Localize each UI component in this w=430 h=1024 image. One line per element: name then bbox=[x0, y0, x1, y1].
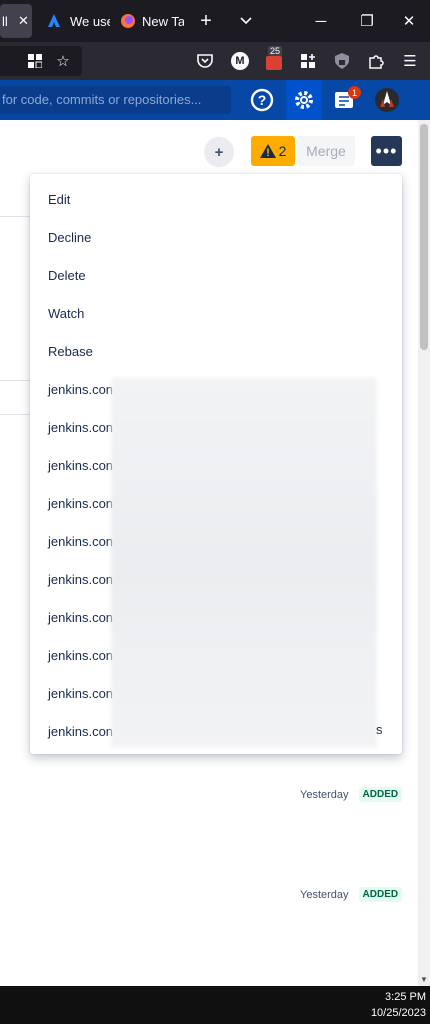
tab-new[interactable]: New Ta bbox=[116, 4, 186, 38]
browser-tab-strip: ll ✕ We use New Ta + ─ ❐ ✕ bbox=[0, 0, 430, 42]
firefox-icon bbox=[121, 14, 135, 28]
notification-badge: 1 bbox=[348, 86, 361, 99]
file-row-meta: Yesterday ADDED bbox=[300, 887, 403, 902]
divider bbox=[0, 414, 30, 415]
menu-item-decline[interactable]: Decline bbox=[30, 218, 402, 256]
todoist-extension-icon[interactable]: 25 bbox=[261, 46, 287, 74]
tab-list-button[interactable] bbox=[226, 0, 266, 42]
tab-atlassian[interactable]: We use bbox=[40, 4, 112, 38]
timestamp: Yesterday bbox=[300, 788, 349, 801]
redacted-region bbox=[111, 378, 377, 748]
url-bar[interactable]: ☆ bbox=[0, 46, 82, 76]
clock-date: 10/25/2023 bbox=[370, 1007, 426, 1019]
timestamp: Yesterday bbox=[300, 888, 349, 901]
help-icon[interactable]: ? bbox=[246, 84, 278, 116]
file-row-meta: Yesterday ADDED bbox=[300, 787, 403, 802]
chevron-down-icon bbox=[240, 17, 252, 25]
add-extension-icon[interactable] bbox=[295, 48, 321, 74]
notifications-icon[interactable]: 1 bbox=[328, 84, 361, 116]
tab-label: New Ta bbox=[142, 13, 184, 29]
search-input[interactable]: for code, commits or repositories... bbox=[0, 86, 231, 114]
page-scrollbar[interactable]: ▼ bbox=[418, 120, 430, 986]
browser-toolbar: ☆ M 25 ☰ bbox=[0, 42, 430, 80]
warnings-button[interactable]: 2 bbox=[251, 136, 295, 166]
warning-icon bbox=[259, 144, 276, 158]
menu-item-delete[interactable]: Delete bbox=[30, 256, 402, 294]
add-button[interactable]: + bbox=[204, 137, 234, 167]
scrollbar-thumb[interactable] bbox=[420, 124, 428, 350]
svg-text:?: ? bbox=[258, 92, 267, 108]
atlassian-icon bbox=[48, 14, 60, 27]
window-close-button[interactable]: ✕ bbox=[388, 0, 430, 42]
menu-item-suffix: s bbox=[376, 722, 383, 737]
shield-lock-icon[interactable] bbox=[329, 48, 355, 74]
app-header: for code, commits or repositories... ? 1 bbox=[0, 80, 430, 120]
avatar[interactable] bbox=[371, 84, 403, 116]
tab-label: ll bbox=[2, 13, 8, 29]
menu-item-watch[interactable]: Watch bbox=[30, 294, 402, 332]
bookmark-star-icon[interactable]: ☆ bbox=[50, 48, 76, 74]
close-icon[interactable]: ✕ bbox=[18, 13, 29, 29]
hamburger-menu-icon[interactable]: ☰ bbox=[397, 48, 423, 74]
divider bbox=[0, 380, 30, 381]
merge-button[interactable]: Merge bbox=[297, 136, 355, 166]
warning-count: 2 bbox=[278, 143, 287, 159]
divider bbox=[0, 216, 30, 217]
tab-active[interactable]: ll ✕ bbox=[0, 4, 32, 38]
clock-time: 3:25 PM bbox=[385, 991, 426, 1003]
more-actions-button[interactable]: ••• bbox=[371, 136, 402, 166]
new-tab-button[interactable]: + bbox=[186, 0, 226, 42]
pocket-icon[interactable] bbox=[192, 48, 218, 74]
status-badge: ADDED bbox=[358, 887, 403, 902]
os-taskbar: 3:25 PM 10/25/2023 bbox=[0, 986, 430, 1024]
status-badge: ADDED bbox=[358, 787, 403, 802]
scroll-down-arrow[interactable]: ▼ bbox=[420, 975, 428, 984]
menu-item-rebase[interactable]: Rebase bbox=[30, 332, 402, 370]
m-extension-icon[interactable]: M bbox=[227, 48, 253, 74]
extension-badge: 25 bbox=[268, 46, 283, 56]
settings-gear-icon[interactable] bbox=[286, 80, 322, 120]
extensions-grid-icon[interactable] bbox=[22, 48, 48, 74]
extensions-puzzle-icon[interactable] bbox=[363, 48, 389, 74]
menu-item-edit[interactable]: Edit bbox=[30, 180, 402, 218]
system-clock[interactable]: 3:25 PM 10/25/2023 bbox=[371, 989, 426, 1021]
minimize-button[interactable]: ─ bbox=[298, 0, 344, 42]
restore-button[interactable]: ❐ bbox=[344, 0, 390, 42]
tab-label: We use bbox=[70, 13, 110, 29]
